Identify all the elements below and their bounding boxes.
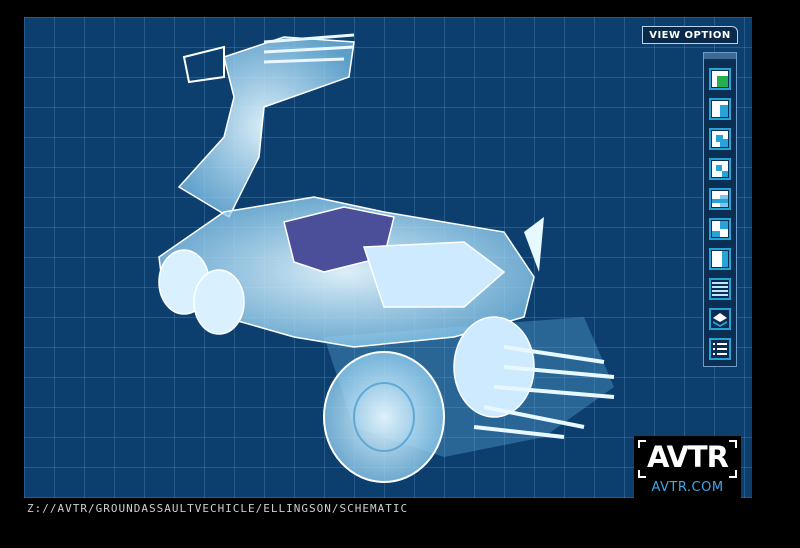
view-mode-list-button[interactable] bbox=[709, 338, 731, 360]
view-mode-2-icon bbox=[712, 101, 728, 117]
view-mode-1-button[interactable] bbox=[709, 68, 731, 90]
layers-icon bbox=[713, 313, 727, 327]
logo-url[interactable]: AVTR.COM bbox=[634, 480, 741, 495]
view-mode-layers-button[interactable] bbox=[709, 308, 731, 330]
view-mode-lines-button[interactable] bbox=[709, 278, 731, 300]
view-mode-5-icon bbox=[712, 191, 728, 207]
view-mode-3-button[interactable] bbox=[709, 128, 731, 150]
panel-header bbox=[704, 53, 736, 59]
view-mode-4-icon bbox=[712, 161, 728, 177]
view-mode-3-icon bbox=[712, 131, 728, 147]
view-mode-7-button[interactable] bbox=[709, 248, 731, 270]
schematic-viewport bbox=[24, 17, 752, 498]
vehicle-schematic-image bbox=[158, 33, 615, 483]
view-mode-6-icon bbox=[712, 221, 728, 237]
solid-view-icon bbox=[712, 71, 728, 87]
file-path-label: Z://AVTR/GROUNDASSAULTVECHICLE/ELLINGSON… bbox=[27, 502, 409, 515]
view-mode-panel bbox=[703, 52, 737, 367]
lines-icon bbox=[712, 282, 728, 296]
view-mode-6-button[interactable] bbox=[709, 218, 731, 240]
logo-wordmark: AVTR bbox=[646, 440, 729, 474]
view-mode-4-button[interactable] bbox=[709, 158, 731, 180]
avtr-logo[interactable]: AVTR AVTR.COM bbox=[634, 436, 741, 498]
view-mode-7-icon bbox=[712, 251, 728, 267]
list-icon bbox=[713, 343, 727, 355]
view-option-button[interactable]: VIEW OPTION bbox=[642, 26, 738, 44]
view-mode-2-button[interactable] bbox=[709, 98, 731, 120]
view-mode-5-button[interactable] bbox=[709, 188, 731, 210]
